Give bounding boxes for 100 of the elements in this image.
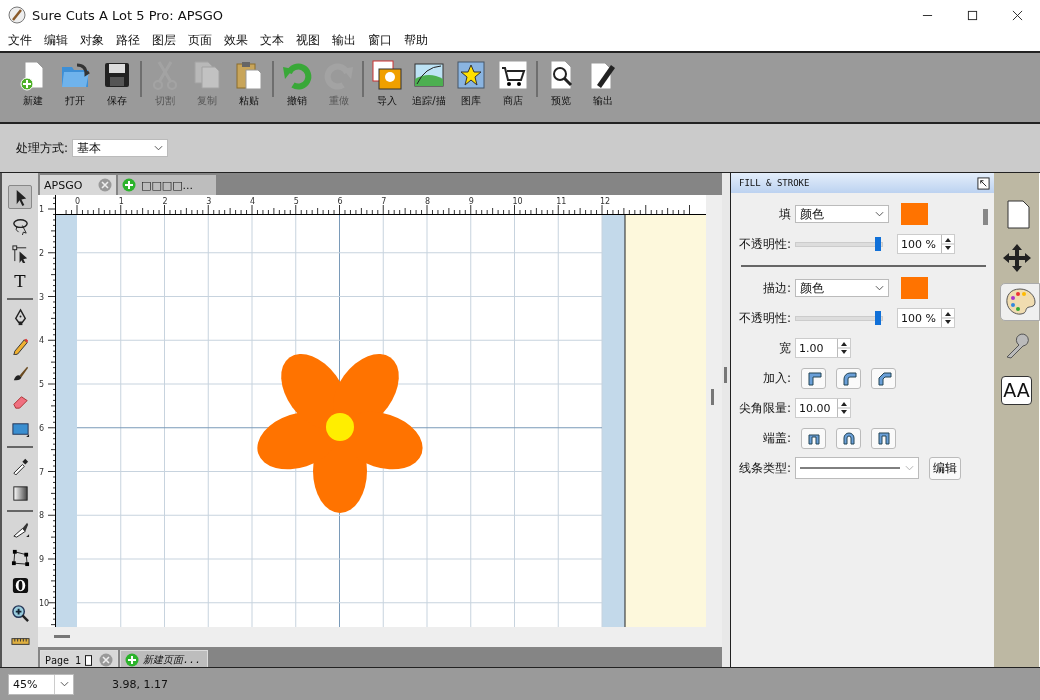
join-button[interactable] [836,367,861,389]
menu-item[interactable]: 帮助 [398,32,434,49]
toolbar-button[interactable]: 新建 [12,59,54,108]
ruler-number: 12 [600,197,611,206]
spinner-arrows-icon[interactable] [941,235,954,253]
type-dropdown[interactable]: 颜色 [795,279,889,297]
add-icon [125,653,139,667]
menu-item[interactable]: 窗口 [362,32,398,49]
toolbar-button[interactable]: 打开 [54,59,96,108]
window-title: Sure Cuts A Lot 5 Pro: APSGO [32,7,224,23]
scroll-thumb[interactable] [983,209,988,225]
tool-button[interactable]: T [8,269,32,293]
mode-dropdown[interactable]: 基本 [72,139,169,157]
svg-file-icon [371,59,403,91]
toolbar-button[interactable]: 追踪/描 [408,59,450,108]
type-dropdown[interactable]: 颜色 [795,205,889,223]
join-button[interactable] [871,367,896,389]
cap-button[interactable] [836,427,861,449]
toolbar-button[interactable]: 撤销 [276,59,318,108]
ruler-number: 10 [512,197,523,206]
chevron-down-icon [875,211,884,217]
menu-item[interactable]: 效果 [218,32,254,49]
ruler-number: 7 [39,467,45,477]
panel-tab[interactable] [999,283,1040,321]
ruler-number: 4 [39,336,45,346]
maximize-icon[interactable] [967,9,978,21]
menu-item[interactable]: 编辑 [38,32,74,49]
menu-item[interactable]: 文件 [2,32,38,49]
field-label: 填 [778,205,791,223]
document-tab[interactable]: □□□□... [118,175,216,195]
menu-item[interactable]: 对象 [74,32,110,49]
cap-button[interactable] [871,427,896,449]
undock-icon[interactable] [977,176,990,190]
round-join-icon [840,370,857,386]
toolbar-button[interactable]: 保存 [96,59,138,108]
chevron-down-icon [875,285,884,291]
spinner-arrows-icon[interactable] [941,309,954,327]
toolbar-button[interactable]: 导入 [366,59,408,108]
zoom-dropdown[interactable]: 45% [8,673,74,695]
ruler-number: 8 [39,511,45,521]
page-icon [85,654,93,666]
toolbar-button[interactable]: 输出 [582,59,624,108]
menu-item[interactable]: 输出 [326,32,362,49]
miter-join-icon [805,370,822,386]
menu-item[interactable]: 页面 [182,32,218,49]
menu-item[interactable]: 视图 [290,32,326,49]
ruler-number: 9 [39,555,45,564]
cart-icon [497,59,529,91]
width-field[interactable]: 1.00 [795,338,851,358]
ruler-number: 5 [39,380,45,389]
toolbar-button[interactable]: 预览 [540,59,582,108]
ruler-number: 2 [162,197,168,206]
color-swatch[interactable] [901,277,928,299]
cursor-coordinates: 3.98, 1.17 [112,677,168,691]
tool-button[interactable] [8,185,32,209]
contour-icon [10,575,30,595]
palette-icon [1003,286,1036,318]
toolbar-button[interactable]: 图库 [450,59,492,108]
ruler-number: 9 [468,197,474,206]
opacity-field[interactable]: 100 % [897,308,955,328]
field-label: 线条类型: [739,459,791,477]
ruler-number: 1 [39,205,45,214]
field-label: 端盖: [761,429,791,447]
scroll-thumb[interactable] [711,389,714,405]
add-icon [122,178,136,192]
page-tab[interactable]: Page 1 [40,650,118,670]
spinner-arrows-icon[interactable] [837,339,850,357]
ruler-number: 4 [250,197,256,206]
field-label: 加入: [761,369,791,387]
menu-item[interactable]: 图层 [146,32,182,49]
line-style-dropdown[interactable] [795,457,919,479]
field-label: 不透明性: [739,309,791,327]
toolbar-button[interactable]: 商店 [492,59,534,108]
splitter-handle[interactable] [724,367,727,383]
app-logo-icon [8,6,26,24]
chevron-down-icon [154,145,164,151]
toolbar-button[interactable]: 粘贴 [228,59,270,108]
flower-drawing[interactable] [257,353,423,513]
page-tab[interactable]: 新建页面... [120,650,208,670]
opacity-field[interactable]: 100 % [897,234,955,254]
ruler-number: 10 [39,598,50,608]
chevron-down-icon [905,465,914,471]
field-label: 宽 [778,339,791,357]
join-button[interactable] [801,367,826,389]
ruler-number: 5 [293,197,299,206]
close-icon[interactable] [1012,9,1023,21]
scroll-thumb[interactable] [54,635,70,638]
miter-field[interactable]: 10.00 [795,398,851,418]
bevel-join-icon [875,370,892,386]
option-label: 处理方式: [16,139,69,157]
ruler-number: 3 [206,197,212,206]
edit-button[interactable]: 编辑 [929,456,961,480]
menu-item[interactable]: 路径 [110,32,146,49]
cap-button[interactable] [801,427,826,449]
document-tab[interactable]: APSGO [40,175,116,195]
ruler-number: 1 [118,197,124,206]
spinner-arrows-icon[interactable] [837,399,850,417]
square-cap-icon [875,430,892,446]
menu-item[interactable]: 文本 [254,32,290,49]
color-swatch[interactable] [901,203,928,225]
